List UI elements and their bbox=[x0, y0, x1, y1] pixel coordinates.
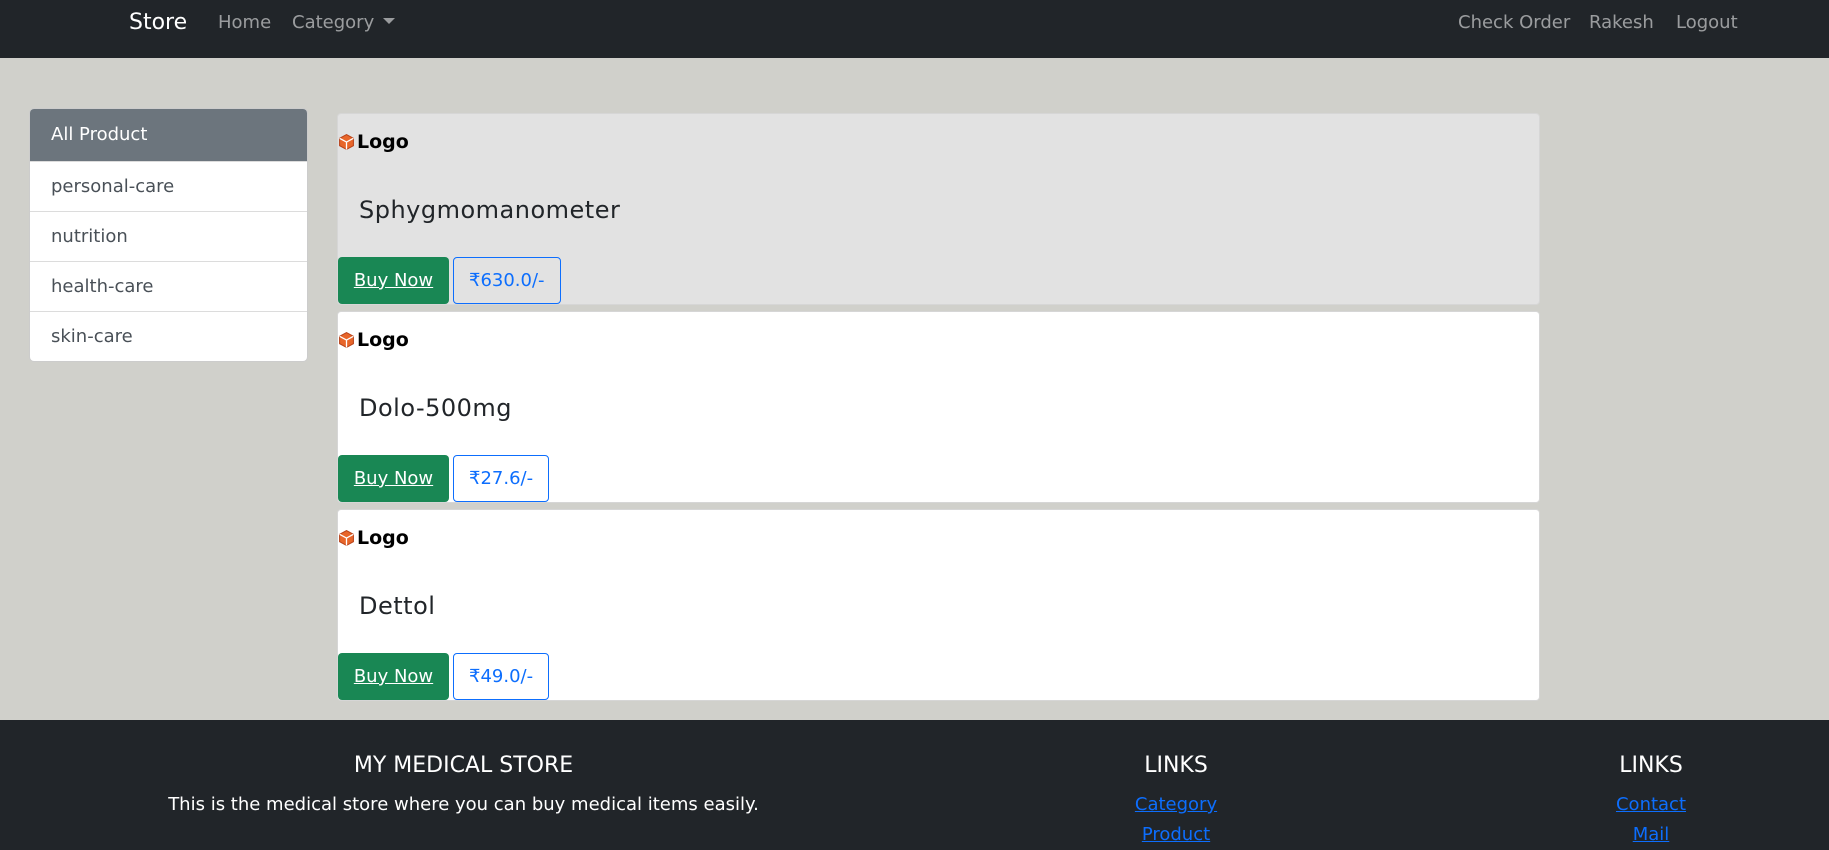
buy-now-button[interactable]: Buy Now bbox=[338, 653, 449, 700]
footer-links-title: LINKS bbox=[1619, 753, 1683, 778]
brand-link[interactable]: Store bbox=[129, 10, 187, 35]
footer-store-description: This is the medical store where you can … bbox=[168, 794, 759, 815]
price-button[interactable]: ₹49.0/- bbox=[453, 653, 550, 700]
footer-store-title: MY MEDICAL STORE bbox=[353, 753, 574, 778]
logo-text: Logo bbox=[357, 131, 409, 153]
nav-logout-link[interactable]: Logout bbox=[1676, 12, 1738, 33]
product-logo: Logo bbox=[338, 328, 409, 352]
nav-category-dropdown[interactable]: Category bbox=[292, 12, 396, 33]
nav-check-order-link[interactable]: Check Order bbox=[1458, 12, 1570, 33]
footer-link-product[interactable]: Product bbox=[1076, 824, 1276, 845]
product-card: Logo Dolo-500mg Buy Now ₹27.6/- bbox=[337, 311, 1540, 503]
product-card: Logo Dettol Buy Now ₹49.0/- bbox=[337, 509, 1540, 701]
buy-now-button[interactable]: Buy Now bbox=[338, 257, 449, 304]
category-sidebar: All Product personal-care nutrition heal… bbox=[29, 108, 308, 362]
nav-category-label: Category bbox=[292, 12, 375, 33]
footer-link-contact[interactable]: Contact bbox=[1551, 794, 1751, 815]
site-footer: MY MEDICAL STORE This is the medical sto… bbox=[0, 720, 1829, 850]
top-navbar: Store Home Category Check Order Rakesh L… bbox=[0, 0, 1829, 58]
product-card: Logo Sphygmomanometer Buy Now ₹630.0/- bbox=[337, 113, 1540, 305]
buy-now-button[interactable]: Buy Now bbox=[338, 455, 449, 502]
product-name: Sphygmomanometer bbox=[359, 196, 621, 224]
sidebar-item-skin-care[interactable]: skin-care bbox=[30, 311, 307, 361]
footer-link-category[interactable]: Category bbox=[1076, 794, 1276, 815]
price-button[interactable]: ₹630.0/- bbox=[453, 257, 561, 304]
logo-text: Logo bbox=[357, 527, 409, 549]
sidebar-item-nutrition[interactable]: nutrition bbox=[30, 211, 307, 261]
nav-home-link[interactable]: Home bbox=[218, 12, 271, 33]
box-icon bbox=[339, 529, 354, 547]
footer-links-title: LINKS bbox=[1144, 753, 1208, 778]
chevron-down-icon bbox=[383, 18, 396, 24]
product-logo: Logo bbox=[338, 130, 409, 154]
sidebar-item-personal-care[interactable]: personal-care bbox=[30, 161, 307, 211]
box-icon bbox=[339, 331, 354, 349]
sidebar-item-all-product[interactable]: All Product bbox=[30, 109, 307, 161]
logo-text: Logo bbox=[357, 329, 409, 351]
product-logo: Logo bbox=[338, 526, 409, 550]
footer-link-mail[interactable]: Mail bbox=[1551, 824, 1751, 845]
nav-user-link[interactable]: Rakesh bbox=[1589, 12, 1654, 33]
price-button[interactable]: ₹27.6/- bbox=[453, 455, 550, 502]
sidebar-item-health-care[interactable]: health-care bbox=[30, 261, 307, 311]
product-name: Dolo-500mg bbox=[359, 394, 513, 422]
product-name: Dettol bbox=[359, 592, 436, 620]
box-icon bbox=[339, 133, 354, 151]
